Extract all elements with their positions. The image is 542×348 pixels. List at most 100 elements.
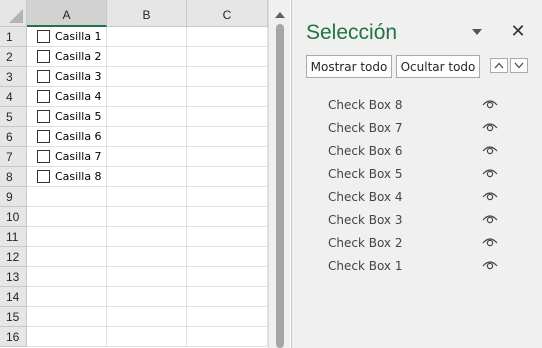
row-header[interactable]: 14 — [0, 287, 27, 307]
cell-c3[interactable] — [187, 67, 268, 87]
cell-b1[interactable] — [107, 27, 187, 47]
eye-visibility-icon[interactable] — [482, 236, 498, 248]
cell-c6[interactable] — [187, 127, 268, 147]
cell-a1[interactable]: Casilla 1 — [27, 27, 107, 47]
cell-c13[interactable] — [187, 267, 268, 287]
form-checkbox[interactable]: Casilla 8 — [37, 170, 102, 183]
cell-c8[interactable] — [187, 167, 268, 187]
cell-b16[interactable] — [107, 327, 187, 347]
checkbox-square-icon[interactable] — [37, 30, 50, 43]
selection-list-item[interactable]: Check Box 3 — [292, 208, 542, 231]
cell-a5[interactable]: Casilla 5 — [27, 107, 107, 127]
object-name[interactable]: Check Box 6 — [328, 144, 402, 158]
checkbox-square-icon[interactable] — [37, 90, 50, 103]
checkbox-square-icon[interactable] — [37, 50, 50, 63]
cell-a10[interactable] — [27, 207, 107, 227]
eye-visibility-icon[interactable] — [482, 144, 498, 156]
cell-c4[interactable] — [187, 87, 268, 107]
row-header[interactable]: 12 — [0, 247, 27, 267]
cell-b13[interactable] — [107, 267, 187, 287]
form-checkbox[interactable]: Casilla 5 — [37, 110, 102, 123]
object-name[interactable]: Check Box 1 — [328, 259, 402, 273]
row-header[interactable]: 3 — [0, 67, 27, 87]
row-header[interactable]: 4 — [0, 87, 27, 107]
row-header[interactable]: 13 — [0, 267, 27, 287]
selection-list-item[interactable]: Check Box 6 — [292, 139, 542, 162]
scrollbar-thumb[interactable] — [276, 24, 284, 348]
cell-b6[interactable] — [107, 127, 187, 147]
cell-a13[interactable] — [27, 267, 107, 287]
cell-a8[interactable]: Casilla 8 — [27, 167, 107, 187]
cell-b4[interactable] — [107, 87, 187, 107]
cell-a12[interactable] — [27, 247, 107, 267]
object-name[interactable]: Check Box 5 — [328, 167, 402, 181]
row-header[interactable]: 8 — [0, 167, 27, 187]
selection-list-item[interactable]: Check Box 5 — [292, 162, 542, 185]
selection-list-item[interactable]: Check Box 4 — [292, 185, 542, 208]
cell-a3[interactable]: Casilla 3 — [27, 67, 107, 87]
row-header[interactable]: 15 — [0, 307, 27, 327]
cell-b10[interactable] — [107, 207, 187, 227]
cell-c9[interactable] — [187, 187, 268, 207]
cell-b5[interactable] — [107, 107, 187, 127]
checkbox-square-icon[interactable] — [37, 70, 50, 83]
cell-grid[interactable]: Casilla 1 Casilla 2 Casilla 3 Casilla 4 Casi… — [27, 27, 268, 347]
cell-b14[interactable] — [107, 287, 187, 307]
column-header-a[interactable]: A — [27, 0, 107, 27]
form-checkbox[interactable]: Casilla 1 — [37, 30, 102, 43]
cell-a11[interactable] — [27, 227, 107, 247]
checkbox-square-icon[interactable] — [37, 110, 50, 123]
scroll-up-arrow-icon[interactable] — [275, 12, 285, 18]
row-header[interactable]: 16 — [0, 327, 27, 347]
cell-c12[interactable] — [187, 247, 268, 267]
cell-c11[interactable] — [187, 227, 268, 247]
cell-c1[interactable] — [187, 27, 268, 47]
form-checkbox[interactable]: Casilla 2 — [37, 50, 102, 63]
checkbox-square-icon[interactable] — [37, 130, 50, 143]
cell-a9[interactable] — [27, 187, 107, 207]
row-header[interactable]: 7 — [0, 147, 27, 167]
cell-c10[interactable] — [187, 207, 268, 227]
selection-list-item[interactable]: Check Box 8 — [292, 93, 542, 116]
close-pane-button[interactable]: ✕ — [507, 20, 529, 42]
cell-b11[interactable] — [107, 227, 187, 247]
cell-a7[interactable]: Casilla 7 — [27, 147, 107, 167]
cell-c16[interactable] — [187, 327, 268, 347]
form-checkbox[interactable]: Casilla 3 — [37, 70, 102, 83]
cell-b7[interactable] — [107, 147, 187, 167]
cell-b2[interactable] — [107, 47, 187, 67]
cell-a2[interactable]: Casilla 2 — [27, 47, 107, 67]
cell-c2[interactable] — [187, 47, 268, 67]
selection-list-item[interactable]: Check Box 7 — [292, 116, 542, 139]
selection-list-item[interactable]: Check Box 2 — [292, 231, 542, 254]
cell-b3[interactable] — [107, 67, 187, 87]
cell-b8[interactable] — [107, 167, 187, 187]
cell-a4[interactable]: Casilla 4 — [27, 87, 107, 107]
row-header[interactable]: 10 — [0, 207, 27, 227]
column-header-c[interactable]: C — [187, 0, 268, 27]
cell-a14[interactable] — [27, 287, 107, 307]
spreadsheet-grid[interactable]: A B C 1 2 3 4 5 6 7 8 9 10 11 12 13 14 15 16 Casilla 1C… — [0, 0, 268, 348]
eye-visibility-icon[interactable] — [482, 121, 498, 133]
eye-visibility-icon[interactable] — [482, 213, 498, 225]
row-header[interactable]: 2 — [0, 47, 27, 67]
cell-c15[interactable] — [187, 307, 268, 327]
cell-b15[interactable] — [107, 307, 187, 327]
cell-b12[interactable] — [107, 247, 187, 267]
select-all-corner[interactable] — [0, 0, 27, 27]
cell-a16[interactable] — [27, 327, 107, 347]
pane-options-dropdown[interactable] — [470, 25, 484, 39]
column-header-b[interactable]: B — [107, 0, 187, 27]
row-header[interactable]: 9 — [0, 187, 27, 207]
vertical-scrollbar[interactable] — [268, 0, 290, 348]
row-header[interactable]: 11 — [0, 227, 27, 247]
object-name[interactable]: Check Box 4 — [328, 190, 402, 204]
cell-c7[interactable] — [187, 147, 268, 167]
cell-c5[interactable] — [187, 107, 268, 127]
selection-list-item[interactable]: Check Box 1 — [292, 254, 542, 277]
cell-b9[interactable] — [107, 187, 187, 207]
form-checkbox[interactable]: Casilla 4 — [37, 90, 102, 103]
form-checkbox[interactable]: Casilla 6 — [37, 130, 102, 143]
checkbox-square-icon[interactable] — [37, 150, 50, 163]
eye-visibility-icon[interactable] — [482, 98, 498, 110]
